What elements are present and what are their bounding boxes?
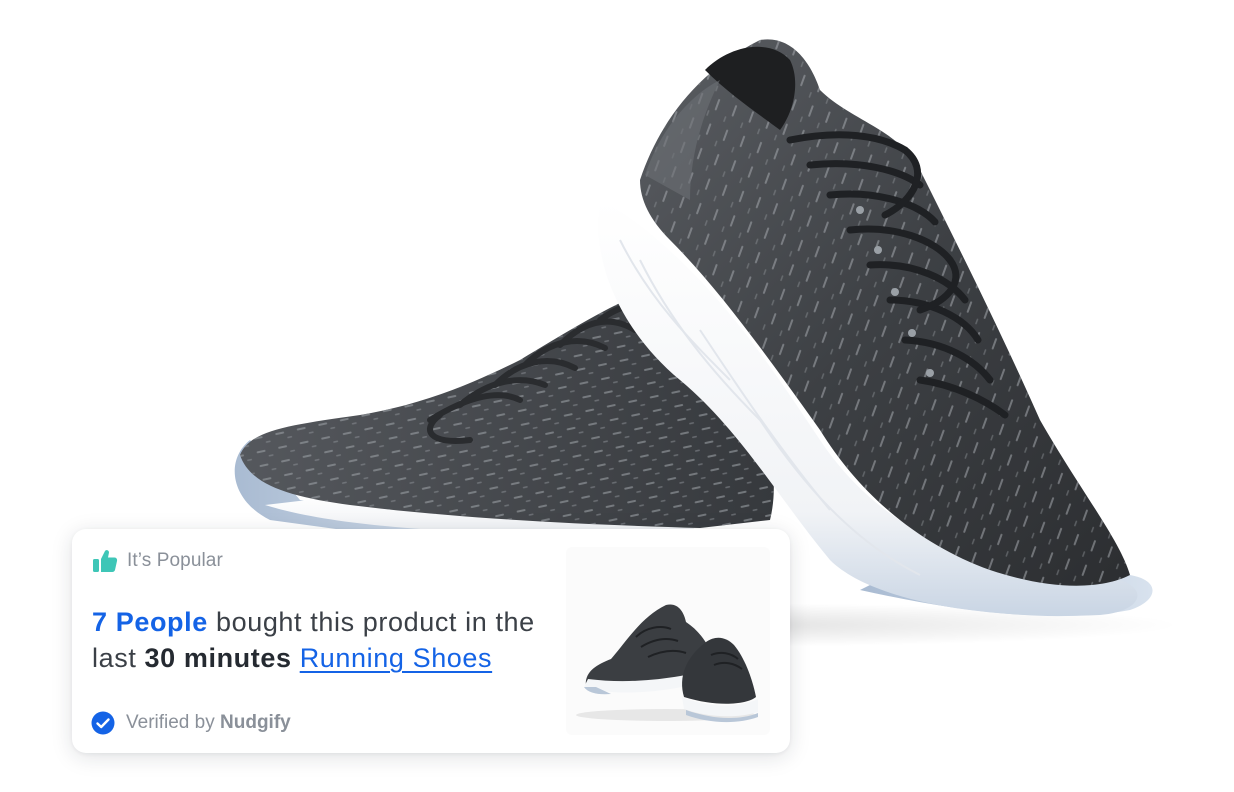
verified-prefix: Verified by bbox=[126, 712, 215, 733]
notification-tag: It’s Popular bbox=[127, 550, 223, 571]
product-link[interactable]: Running Shoes bbox=[300, 643, 492, 673]
verified-label: Verified by Nudgify bbox=[126, 712, 291, 734]
notification-header: It’s Popular bbox=[92, 547, 223, 575]
notification-message: 7 People bought this product in the last… bbox=[92, 604, 572, 676]
page: It’s Popular 7 People bought this produc… bbox=[0, 0, 1234, 792]
social-proof-notification[interactable]: It’s Popular 7 People bought this produc… bbox=[72, 529, 790, 753]
verified-brand: Nudgify bbox=[220, 712, 291, 733]
buyer-count: 7 People bbox=[92, 607, 208, 637]
time-window: 30 minutes bbox=[144, 643, 292, 673]
check-badge-icon bbox=[91, 711, 115, 735]
product-thumbnail bbox=[566, 547, 770, 735]
thumbs-up-icon bbox=[92, 548, 118, 574]
verified-footer: Verified by Nudgify bbox=[91, 709, 291, 737]
